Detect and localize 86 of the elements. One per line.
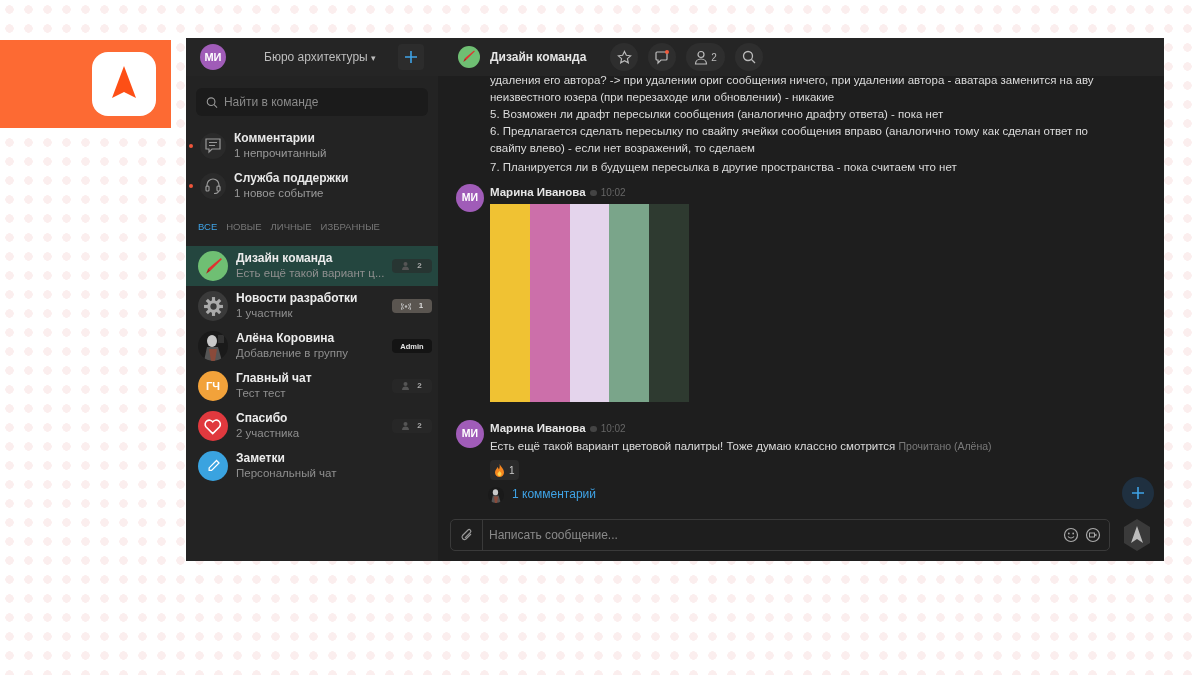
broadcast-badge: 1 (392, 299, 432, 314)
favorite-button[interactable] (610, 43, 639, 71)
chat-item[interactable]: ГЧ Главный чат Тест тест 2 (186, 366, 438, 407)
user-avatar[interactable]: МИ (456, 184, 484, 212)
add-button[interactable] (1122, 477, 1154, 509)
gear-avatar (198, 291, 228, 322)
item-title: Служба поддержки (234, 171, 349, 186)
member-count-badge: 2 (392, 419, 432, 434)
message-time: 10:02 (600, 186, 626, 200)
filter-tab[interactable]: ИЗБРАННЫЕ (320, 220, 380, 235)
message-text: 7. Планируется ли в будущем пересылка в другие пространства - пока считаем что нет (490, 160, 958, 175)
send-icon (1122, 518, 1152, 552)
chat-subtitle: 2 участника (236, 426, 301, 442)
crayon-avatar (198, 251, 228, 282)
chat-title: Главный чат (236, 371, 313, 387)
person-icon (402, 382, 410, 391)
read-icon (589, 189, 597, 196)
message-text: 6. Предлагается сделать пересылку по свайпу ячейки сообщения вправо (аналогично тому как сделан ответ по свайпу влево) - если нет возражений, то сделаем (490, 124, 1089, 156)
read-receipt: Прочитано (Алёна) (898, 440, 992, 452)
member-count-badge: 2 (392, 379, 432, 394)
plus-icon (404, 50, 418, 64)
sidebar-item[interactable]: Служба поддержки 1 новое событие (186, 170, 438, 202)
plus-icon (1131, 486, 1145, 500)
add-button[interactable] (398, 44, 424, 70)
reaction-chip[interactable]: 1 (490, 460, 519, 480)
author-name: Марина Иванова (490, 185, 586, 200)
chat-item[interactable]: Заметки Персональный чат (186, 446, 438, 487)
chat-bubble-icon (654, 49, 671, 65)
read-icon (589, 425, 597, 432)
item-title: Комментарии (234, 131, 316, 146)
user-avatar[interactable]: МИ (200, 44, 226, 70)
pencil-avatar (198, 451, 228, 482)
search-icon (741, 50, 756, 64)
send-button[interactable] (1122, 518, 1152, 552)
chat-avatar: ГЧ (198, 371, 228, 402)
chat-title: Новости разработки (236, 291, 359, 307)
chat-subtitle: Есть ещё такой вариант ц... (236, 266, 386, 282)
chat-title: Заметки (236, 451, 286, 467)
chat-title: Дизайн команда (236, 251, 334, 267)
message-time: 10:02 (600, 422, 626, 436)
chat-subtitle: 1 участник (236, 306, 294, 322)
heart-avatar (198, 411, 228, 442)
smiley-icon[interactable] (1063, 527, 1079, 543)
comments-link[interactable]: 1 комментарий (512, 486, 596, 503)
person-icon (402, 422, 410, 431)
chat-subtitle: Персональный чат (236, 466, 338, 482)
search-icon (206, 95, 218, 109)
logo-icon (92, 52, 156, 116)
chat-item[interactable]: Дизайн команда Есть ещё такой вариант ц... 2 (186, 246, 438, 287)
filter-tab[interactable]: ЛИЧНЫЕ (270, 220, 312, 235)
chat-item[interactable]: Новости разработки 1 участник 1 (186, 286, 438, 327)
author-name: Марина Иванова (490, 421, 586, 436)
search-button[interactable] (734, 43, 763, 71)
video-icon[interactable] (1085, 527, 1101, 543)
star-icon (616, 49, 632, 65)
team-selector[interactable]: Бюро архитектуры ▾ (264, 48, 377, 66)
headset-icon (204, 177, 222, 195)
user-avatar[interactable]: МИ (456, 420, 484, 448)
paperclip-icon[interactable] (459, 527, 474, 543)
composer-box[interactable]: Написать сообщение... (450, 519, 1110, 551)
item-subtitle: 1 непрочитанный (234, 146, 327, 161)
item-subtitle: 1 новое событие (234, 186, 325, 201)
person-icon (402, 262, 410, 271)
message-text: Есть ещё такой вариант цветовой палитры! Тоже думаю классно смотрится Прочитано (Алёна) (490, 439, 993, 454)
filter-tab[interactable]: НОВЫЕ (226, 220, 262, 235)
crayon-avatar (458, 46, 480, 68)
flame-icon (494, 463, 505, 477)
person-icon (694, 49, 709, 65)
member-count-badge: 2 (392, 259, 432, 274)
chat-subtitle: Добавление в группу (236, 346, 350, 362)
chat-item[interactable]: Спасибо 2 участника 2 (186, 406, 438, 447)
search-field[interactable]: Найти в команде (223, 93, 418, 111)
broadcast-icon (400, 302, 411, 310)
threads-button[interactable] (648, 43, 677, 71)
search-box[interactable]: Найти в команде (196, 88, 428, 116)
chat-title: Дизайн команда (490, 49, 587, 66)
members-button[interactable]: 2 (686, 43, 725, 71)
message-text: удаления его автора? -> при удалении ориг сообщения ничего, при удалении автора - аватара заменится на аву неизвестного юзера (при перезаходе или обновлении) - никакие (490, 76, 1095, 105)
message-input[interactable]: Написать сообщение... (483, 526, 1063, 544)
message-text: 5. Возможен ли драфт пересылки сообщения (аналогично драфту ответа) - пока нет (490, 107, 945, 122)
chat-title: Алёна Коровина (236, 331, 336, 347)
filter-tab[interactable]: ВСЕ (198, 220, 218, 235)
chat-subtitle: Тест тест (236, 386, 287, 402)
chat-title: Спасибо (236, 411, 289, 427)
sidebar-item[interactable]: Комментарии 1 непрочитанный (186, 130, 438, 162)
comment-icon (204, 137, 222, 155)
